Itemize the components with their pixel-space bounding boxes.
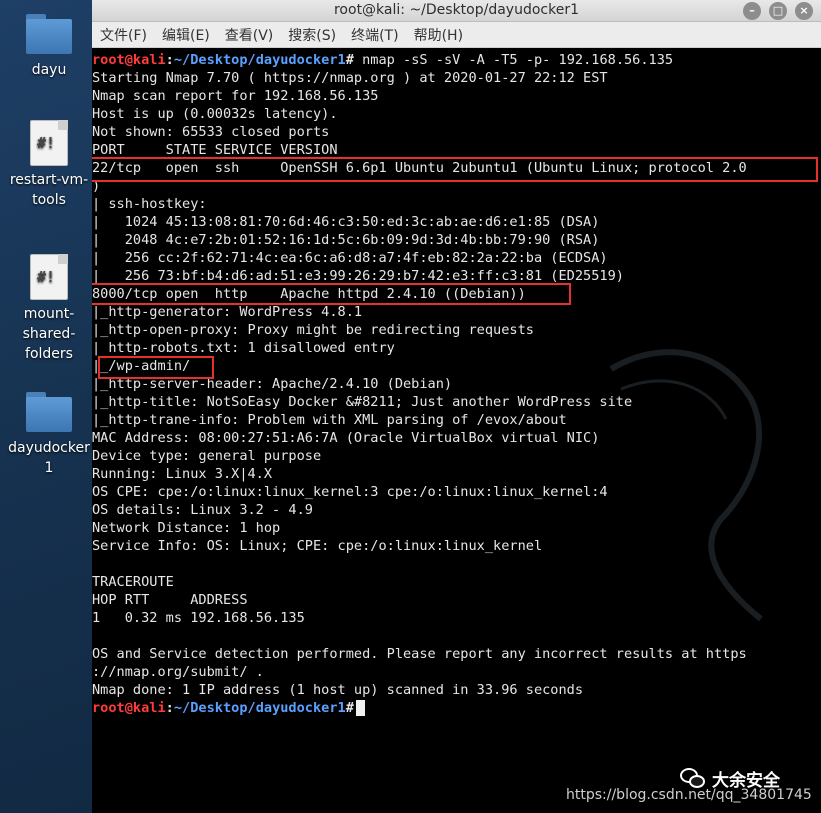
output-line: |_http-title: NotSoEasy Docker &#8211; J… — [92, 394, 633, 410]
output-line: | 256 cc:2f:62:71:4c:ea:6c:a6:d8:a7:4f:e… — [92, 250, 608, 266]
menu-bar: 文件(F) 编辑(E) 查看(V) 搜索(S) 终端(T) 帮助(H) — [92, 22, 821, 48]
prompt-sep: : — [165, 52, 174, 68]
output-line: Nmap done: 1 IP address (1 host up) scan… — [92, 682, 584, 698]
output-line: Running: Linux 3.X|4.X — [92, 466, 273, 482]
desktop-icon-dayudocker1[interactable]: dayudocker 1 — [4, 392, 94, 478]
command-text: nmap -sS -sV -A -T5 -p- 192.168.56.135 — [353, 52, 674, 68]
desktop-icon-restart-vm-tools[interactable]: #! restart-vm- tools — [4, 120, 94, 210]
prompt-sep: : — [165, 700, 174, 716]
output-line: OS CPE: cpe:/o:linux:linux_kernel:3 cpe:… — [92, 484, 608, 500]
watermark-url: https://blog.csdn.net/qq_34801745 — [566, 787, 812, 803]
prompt-path: ~/Desktop/dayudocker1 — [173, 700, 346, 716]
prompt-symbol: # — [345, 700, 354, 716]
desktop-icon-label: dayu — [31, 62, 67, 78]
desktop-icon-label: mount- shared- folders — [22, 306, 76, 362]
highlight-wp-admin — [98, 356, 214, 379]
output-line: OS details: Linux 3.2 - 4.9 — [92, 502, 313, 518]
menu-search[interactable]: 搜索(S) — [288, 25, 336, 45]
output-line: MAC Address: 08:00:27:51:A6:7A (Oracle V… — [92, 430, 600, 446]
command-line: root@kali:~/Desktop/dayudocker1# nmap -s… — [92, 51, 821, 69]
script-icon: #! — [30, 254, 68, 300]
output-line: ://nmap.org/submit/ . — [92, 664, 264, 680]
prompt-path: ~/Desktop/dayudocker1 — [173, 52, 346, 68]
script-icon: #! — [30, 120, 68, 166]
prompt-line: root@kali:~/Desktop/dayudocker1# — [92, 699, 821, 717]
prompt-user: root@kali — [92, 52, 166, 68]
terminal-lines: root@kali:~/Desktop/dayudocker1# nmap -s… — [92, 51, 821, 717]
output-line: |_http-open-proxy: Proxy might be redire… — [92, 322, 534, 338]
output-line: Host is up (0.00032s latency). — [92, 106, 338, 122]
output-line: |_http-generator: WordPress 4.8.1 — [92, 304, 363, 320]
menu-view[interactable]: 查看(V) — [225, 25, 274, 45]
output-line: Starting Nmap 7.70 ( https://nmap.org ) … — [92, 70, 608, 86]
title-bar[interactable]: root@kali: ~/Desktop/dayudocker1 – □ × — [92, 0, 821, 22]
output-line: TRACEROUTE — [92, 574, 174, 590]
output-line: Device type: general purpose — [92, 448, 322, 464]
highlight-ssh-port — [92, 157, 818, 182]
desktop-icon-label: restart-vm- tools — [9, 172, 89, 208]
output-line: 1 0.32 ms 192.168.56.135 — [92, 610, 305, 626]
terminal-output[interactable]: root@kali:~/Desktop/dayudocker1# nmap -s… — [92, 49, 821, 813]
prompt-user: root@kali — [92, 700, 166, 716]
maximize-button[interactable]: □ — [769, 2, 787, 20]
folder-icon — [26, 14, 72, 54]
output-line: Service Info: OS: Linux; CPE: cpe:/o:lin… — [92, 538, 543, 554]
folder-icon — [26, 392, 72, 432]
highlight-http-port — [92, 283, 571, 305]
output-line: Network Distance: 1 hop — [92, 520, 281, 536]
terminal-window: root@kali: ~/Desktop/dayudocker1 – □ × 文… — [92, 0, 821, 813]
output-line: | http-robots.txt: 1 disallowed entry — [92, 340, 395, 356]
menu-help[interactable]: 帮助(H) — [414, 25, 463, 45]
desktop: dayu #! restart-vm- tools #! mount- shar… — [0, 0, 92, 813]
output-line: | 2048 4c:e7:2b:01:52:16:1d:5c:6b:09:9d:… — [92, 232, 600, 248]
output-line: OS and Service detection performed. Plea… — [92, 646, 747, 662]
desktop-icon-mount-shared-folders[interactable]: #! mount- shared- folders — [4, 254, 94, 364]
close-button[interactable]: × — [795, 2, 813, 20]
menu-terminal[interactable]: 终端(T) — [351, 25, 398, 45]
desktop-icon-label: dayudocker 1 — [8, 440, 90, 476]
output-line: Nmap scan report for 192.168.56.135 — [92, 88, 379, 104]
output-line: | 1024 45:13:08:81:70:6d:46:c3:50:ed:3c:… — [92, 214, 600, 230]
output-line: |_http-trane-info: Problem with XML pars… — [92, 412, 567, 428]
menu-file[interactable]: 文件(F) — [100, 25, 147, 45]
output-line: HOP RTT ADDRESS — [92, 592, 248, 608]
output-line: Not shown: 65533 closed ports — [92, 124, 330, 140]
window-title: root@kali: ~/Desktop/dayudocker1 — [333, 2, 579, 18]
text-cursor — [355, 700, 365, 716]
menu-edit[interactable]: 编辑(E) — [162, 25, 210, 45]
minimize-button[interactable]: – — [743, 2, 761, 20]
desktop-icon-dayu[interactable]: dayu — [4, 14, 94, 80]
prompt-symbol: # — [345, 52, 354, 68]
output-line: | ssh-hostkey: — [92, 196, 207, 212]
